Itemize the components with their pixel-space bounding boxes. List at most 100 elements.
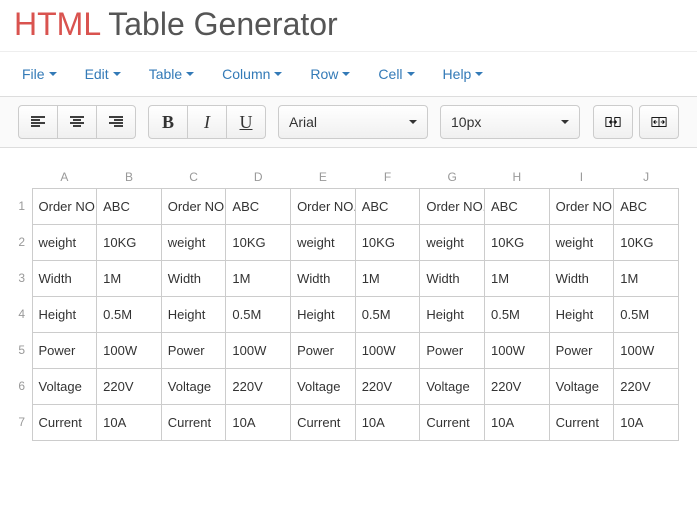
cell[interactable]: 10A	[355, 404, 420, 440]
cell[interactable]: 10A	[614, 404, 679, 440]
cell[interactable]: 10KG	[226, 224, 291, 260]
cell[interactable]: Current	[549, 404, 614, 440]
cell[interactable]: weight	[161, 224, 226, 260]
menu-edit[interactable]: Edit	[85, 66, 121, 82]
menu-help[interactable]: Help	[443, 66, 484, 82]
column-header[interactable]: E	[291, 166, 356, 188]
cell[interactable]: Voltage	[549, 368, 614, 404]
cell[interactable]: 220V	[614, 368, 679, 404]
cell[interactable]: Width	[420, 260, 485, 296]
cell[interactable]: 1M	[226, 260, 291, 296]
cell[interactable]: 10A	[226, 404, 291, 440]
cell[interactable]: Voltage	[161, 368, 226, 404]
cell[interactable]: 10KG	[355, 224, 420, 260]
column-header[interactable]: I	[549, 166, 614, 188]
row-header[interactable]: 7	[12, 404, 32, 440]
cell[interactable]: 0.5M	[226, 296, 291, 332]
cell[interactable]: 100W	[97, 332, 162, 368]
menu-table[interactable]: Table	[149, 66, 194, 82]
row-header[interactable]: 2	[12, 224, 32, 260]
cell[interactable]: ABC	[484, 188, 549, 224]
row-header[interactable]: 5	[12, 332, 32, 368]
cell[interactable]: Order NO.	[291, 188, 356, 224]
cell[interactable]: Width	[32, 260, 97, 296]
cell[interactable]: 10KG	[97, 224, 162, 260]
column-header[interactable]: H	[484, 166, 549, 188]
cell[interactable]: 0.5M	[614, 296, 679, 332]
column-header[interactable]: F	[355, 166, 420, 188]
cell[interactable]: Voltage	[291, 368, 356, 404]
column-header[interactable]: B	[97, 166, 162, 188]
cell[interactable]: 1M	[355, 260, 420, 296]
cell[interactable]: Order NO.	[549, 188, 614, 224]
cell[interactable]: Current	[32, 404, 97, 440]
cell[interactable]: Height	[32, 296, 97, 332]
cell[interactable]: Power	[291, 332, 356, 368]
cell[interactable]: 0.5M	[97, 296, 162, 332]
cell[interactable]: ABC	[97, 188, 162, 224]
column-header[interactable]: C	[161, 166, 226, 188]
cell[interactable]: ABC	[226, 188, 291, 224]
cell[interactable]: Current	[161, 404, 226, 440]
cell[interactable]: 100W	[355, 332, 420, 368]
split-horizontal-button[interactable]	[639, 105, 679, 139]
cell[interactable]: Width	[549, 260, 614, 296]
cell[interactable]: 0.5M	[355, 296, 420, 332]
cell[interactable]: Voltage	[32, 368, 97, 404]
cell[interactable]: Order NO.	[32, 188, 97, 224]
cell[interactable]: ABC	[614, 188, 679, 224]
cell[interactable]: 10KG	[484, 224, 549, 260]
menu-cell[interactable]: Cell	[378, 66, 414, 82]
cell[interactable]: Power	[420, 332, 485, 368]
cell[interactable]: Current	[420, 404, 485, 440]
cell[interactable]: 100W	[226, 332, 291, 368]
merge-horizontal-button[interactable]	[593, 105, 633, 139]
cell[interactable]: Power	[32, 332, 97, 368]
bold-button[interactable]: B	[148, 105, 188, 139]
cell[interactable]: 220V	[226, 368, 291, 404]
row-header[interactable]: 6	[12, 368, 32, 404]
align-right-button[interactable]	[96, 105, 136, 139]
cell[interactable]: Power	[161, 332, 226, 368]
cell[interactable]: Height	[549, 296, 614, 332]
italic-button[interactable]: I	[187, 105, 227, 139]
column-header[interactable]: D	[226, 166, 291, 188]
cell[interactable]: Width	[291, 260, 356, 296]
cell[interactable]: 220V	[355, 368, 420, 404]
cell[interactable]: ABC	[355, 188, 420, 224]
cell[interactable]: Power	[549, 332, 614, 368]
cell[interactable]: weight	[420, 224, 485, 260]
cell[interactable]: weight	[549, 224, 614, 260]
cell[interactable]: weight	[291, 224, 356, 260]
menu-row[interactable]: Row	[310, 66, 350, 82]
size-select[interactable]: 10px	[440, 105, 580, 139]
cell[interactable]: 1M	[97, 260, 162, 296]
align-center-button[interactable]	[57, 105, 97, 139]
cell[interactable]: Order NO.	[420, 188, 485, 224]
cell[interactable]: 100W	[614, 332, 679, 368]
cell[interactable]: Voltage	[420, 368, 485, 404]
cell[interactable]: 10A	[97, 404, 162, 440]
column-header[interactable]: J	[614, 166, 679, 188]
data-grid[interactable]: ABCDEFGHIJ 1Order NO.ABCOrder NO.ABCOrde…	[12, 166, 679, 441]
cell[interactable]: 10KG	[614, 224, 679, 260]
menu-file[interactable]: File	[22, 66, 57, 82]
menu-column[interactable]: Column	[222, 66, 282, 82]
cell[interactable]: 220V	[484, 368, 549, 404]
cell[interactable]: Height	[420, 296, 485, 332]
cell[interactable]: 220V	[97, 368, 162, 404]
column-header[interactable]: G	[420, 166, 485, 188]
row-header[interactable]: 3	[12, 260, 32, 296]
cell[interactable]: weight	[32, 224, 97, 260]
row-header[interactable]: 1	[12, 188, 32, 224]
cell[interactable]: 1M	[614, 260, 679, 296]
cell[interactable]: 1M	[484, 260, 549, 296]
font-select[interactable]: Arial	[278, 105, 428, 139]
row-header[interactable]: 4	[12, 296, 32, 332]
cell[interactable]: Order NO.	[161, 188, 226, 224]
cell[interactable]: 10A	[484, 404, 549, 440]
column-header[interactable]: A	[32, 166, 97, 188]
cell[interactable]: 100W	[484, 332, 549, 368]
underline-button[interactable]: U	[226, 105, 266, 139]
cell[interactable]: Height	[161, 296, 226, 332]
